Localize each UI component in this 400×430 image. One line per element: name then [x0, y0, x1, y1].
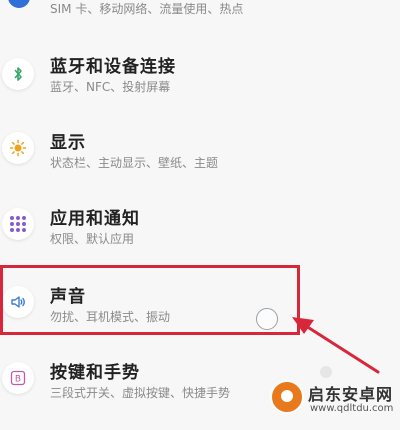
bluetooth-icon — [2, 58, 34, 90]
settings-item-title: 蓝牙和设备连接 — [50, 57, 176, 77]
buttons-gestures-icon: B — [2, 362, 34, 394]
settings-item-subtitle: 状态栏、主动显示、壁纸、主题 — [50, 156, 219, 170]
settings-list: SIM 卡、移动网络、流量使用、热点 蓝牙和设备连接 蓝牙、NFC、投射屏幕 显… — [0, 0, 400, 420]
settings-item-subtitle: 蓝牙、NFC、投射屏幕 — [50, 80, 171, 94]
settings-item-subtitle: SIM 卡、移动网络、流量使用、热点 — [50, 2, 244, 16]
watermark-url: www.qdltdu.com — [310, 403, 394, 414]
watermark-logo-icon — [270, 380, 304, 414]
tap-indicator — [256, 308, 278, 330]
settings-item-bluetooth[interactable]: 蓝牙和设备连接 蓝牙、NFC、投射屏幕 — [0, 40, 400, 120]
svg-text:B: B — [15, 375, 21, 385]
sim-network-icon — [8, 0, 30, 8]
watermark: 启东安卓网 www.qdltdu.com — [270, 378, 400, 420]
display-brightness-icon — [2, 132, 34, 164]
settings-item-title: 按键和手势 — [50, 363, 140, 383]
highlight-box — [0, 265, 300, 335]
settings-item-network[interactable]: SIM 卡、移动网络、流量使用、热点 — [0, 0, 400, 26]
settings-item-subtitle: 三段式开关、虚拟按键、快捷手势 — [50, 386, 231, 400]
settings-item-title: 显示 — [50, 133, 86, 153]
watermark-title: 启东安卓网 — [308, 385, 394, 404]
settings-item-title: 应用和通知 — [50, 209, 140, 229]
settings-item-display[interactable]: 显示 状态栏、主动显示、壁纸、主题 — [0, 120, 400, 200]
settings-item-subtitle: 权限、默认应用 — [50, 232, 135, 246]
apps-grid-icon — [2, 208, 34, 240]
touch-ripple — [320, 366, 332, 378]
